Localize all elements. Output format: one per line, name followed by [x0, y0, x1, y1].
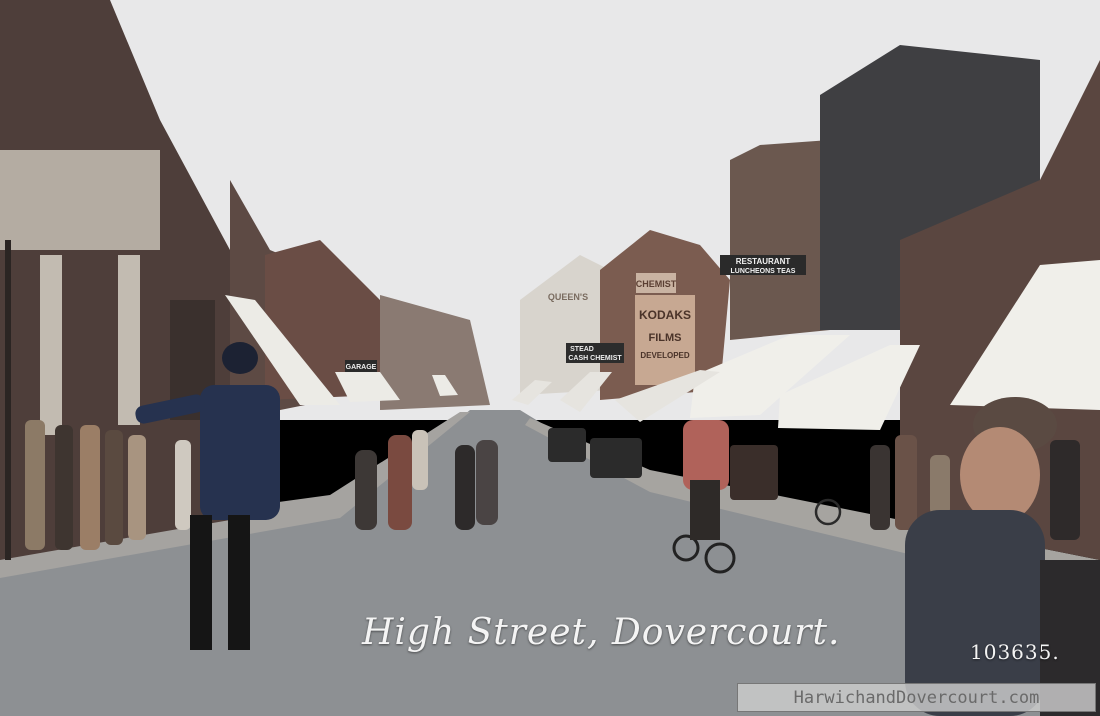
stead-sign-text: STEAD [570, 346, 594, 353]
films-sign-text: FILMS [649, 332, 682, 344]
left-building-stone-front [0, 150, 160, 250]
plate-number: 103635. [970, 640, 1060, 664]
photo-caption: High Street, Dovercourt. [362, 612, 841, 653]
luncheons-sign-text: LUNCHEONS TEAS [731, 268, 796, 275]
chemist-sign-text: CHEMIST [636, 279, 677, 289]
queens-sign-text: QUEEN'S [548, 292, 588, 302]
street-scene: RESTAURANT LUNCHEONS TEAS CHEMIST KODAKS… [0, 0, 1100, 716]
cash-chemist-sign-text: CASH CHEMIST [568, 355, 622, 362]
kodaks-sign-text: KODAKS [639, 308, 691, 322]
developed-sign-text: DEVELOPED [640, 351, 690, 360]
restaurant-sign-text: RESTAURANT [736, 257, 791, 266]
lamp-post-left [5, 240, 11, 560]
garage-sign-text: GARAGE [346, 364, 377, 371]
watermark: HarwichandDovercourt.com [737, 683, 1096, 712]
right-building-tall [730, 140, 830, 340]
street-photograph: RESTAURANT LUNCHEONS TEAS CHEMIST KODAKS… [0, 0, 1100, 716]
